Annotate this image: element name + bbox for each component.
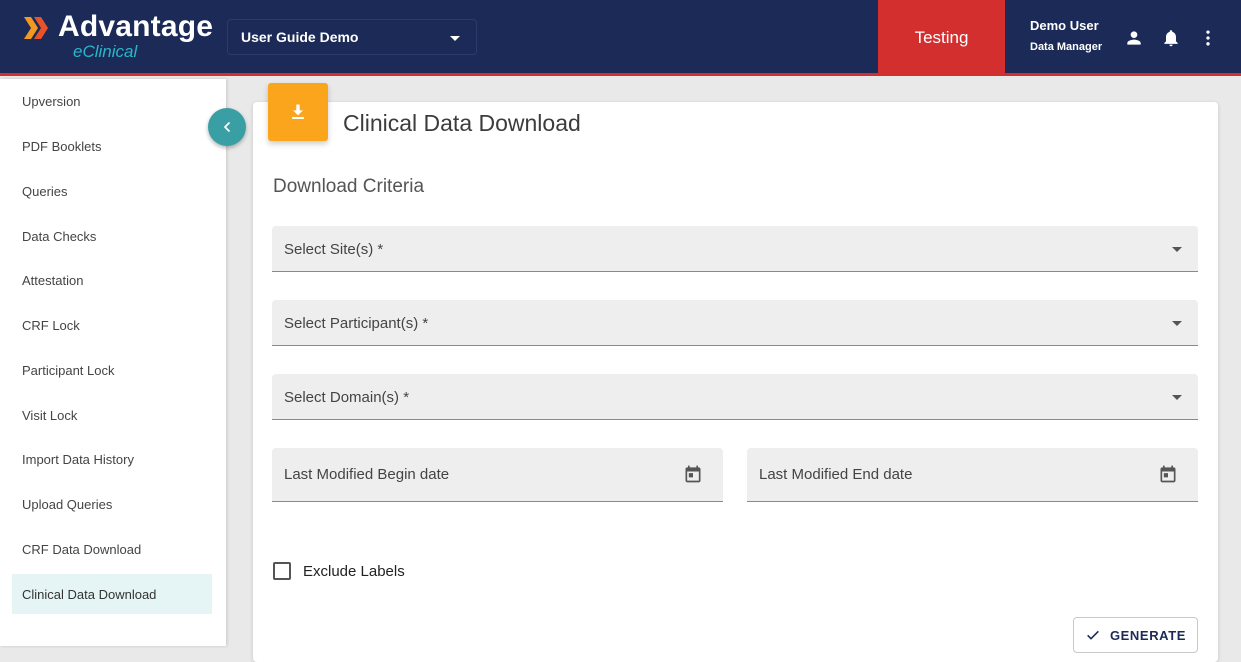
sidebar-item-label: PDF Booklets [22,138,102,154]
user-info: Demo User Data Manager [1030,18,1102,53]
participant-select-label: Select Participant(s) * [284,315,429,332]
logo: Advantage eClinical [22,10,213,60]
sidebar-item-label: Import Data History [22,451,134,467]
sidebar-item-label: Data Checks [22,228,97,244]
calendar-icon[interactable] [683,464,703,484]
chevron-down-icon [1172,247,1182,252]
sidebar-item-visit-lock[interactable]: Visit Lock [12,395,212,435]
person-icon[interactable] [1123,27,1145,49]
sidebar-item-data-checks[interactable]: Data Checks [12,216,212,256]
user-role: Data Manager [1030,41,1103,53]
sidebar-item-label: Upversion [22,93,81,109]
exclude-labels-checkbox[interactable] [273,562,291,580]
collapse-sidebar-button[interactable] [208,108,246,146]
logo-chevron-icon [24,17,48,39]
logo-main-text: Advantage [58,10,214,43]
sidebar-item-crf-data-download[interactable]: CRF Data Download [12,529,212,569]
sidebar: Upversion PDF Booklets Queries Data Chec… [0,79,226,646]
sidebar-item-label: Visit Lock [22,407,78,423]
domain-select-label: Select Domain(s) * [284,389,410,406]
more-vert-icon[interactable] [1197,27,1219,49]
sidebar-item-label: Clinical Data Download [22,586,157,602]
chevron-down-icon [1172,395,1182,400]
chevron-down-icon [1172,321,1182,326]
study-select-value: User Guide Demo [241,29,359,45]
sidebar-item-crf-lock[interactable]: CRF Lock [12,305,212,345]
end-date-field[interactable]: Last Modified End date [747,448,1198,502]
sidebar-item-label: CRF Lock [22,317,80,333]
sidebar-item-label: Queries [22,183,68,199]
sidebar-item-attestation[interactable]: Attestation [12,260,212,300]
user-name: Demo User [1030,18,1099,33]
sidebar-item-upversion[interactable]: Upversion [12,81,212,121]
chevron-down-icon [450,36,460,41]
section-title: Download Criteria [273,176,425,197]
begin-date-field[interactable]: Last Modified Begin date [272,448,723,502]
download-icon [268,83,328,141]
end-date-label: Last Modified End date [759,466,913,483]
domain-select[interactable]: Select Domain(s) * [272,374,1198,420]
sidebar-item-import-data-history[interactable]: Import Data History [12,439,212,479]
study-select[interactable]: User Guide Demo [227,19,477,55]
top-app-bar: Advantage eClinical User Guide Demo Test… [0,0,1241,76]
sidebar-item-pdf-booklets[interactable]: PDF Booklets [12,126,212,166]
sidebar-item-upload-queries[interactable]: Upload Queries [12,484,212,524]
begin-date-label: Last Modified Begin date [284,466,450,483]
sidebar-item-label: Upload Queries [22,496,113,512]
site-select[interactable]: Select Site(s) * [272,226,1198,272]
participant-select[interactable]: Select Participant(s) * [272,300,1198,346]
sidebar-item-label: CRF Data Download [22,541,142,557]
sidebar-item-clinical-data-download[interactable]: Clinical Data Download [12,574,212,614]
environment-label: Testing [914,28,969,47]
generate-button-label: GENERATE [1109,627,1187,643]
environment-badge: Testing [878,0,1005,76]
generate-button[interactable]: GENERATE [1073,617,1198,653]
exclude-labels-label: Exclude Labels [303,562,405,580]
sidebar-item-participant-lock[interactable]: Participant Lock [12,350,212,390]
site-select-label: Select Site(s) * [284,241,384,258]
sidebar-item-queries[interactable]: Queries [12,171,212,211]
exclude-labels-checkbox-row[interactable]: Exclude Labels [273,562,405,580]
sidebar-item-label: Attestation [22,272,84,288]
logo-sub-text: eClinical [73,42,138,61]
bell-icon[interactable] [1160,27,1182,49]
check-icon [1087,630,1099,640]
sidebar-item-label: Participant Lock [22,362,115,378]
page-title: Clinical Data Download [343,110,581,136]
calendar-icon[interactable] [1158,464,1178,484]
chevron-left-icon [224,122,230,132]
